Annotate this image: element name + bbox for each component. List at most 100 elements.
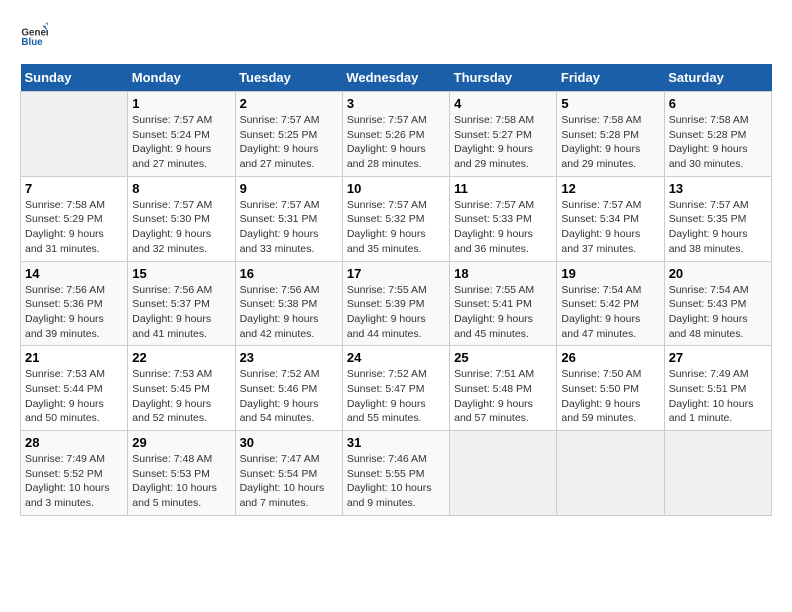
calendar-cell <box>21 92 128 177</box>
day-info: Sunrise: 7:53 AM Sunset: 5:45 PM Dayligh… <box>132 367 230 426</box>
header-wednesday: Wednesday <box>342 64 449 92</box>
day-info: Sunrise: 7:57 AM Sunset: 5:35 PM Dayligh… <box>669 198 767 257</box>
calendar-cell: 29 Sunrise: 7:48 AM Sunset: 5:53 PM Dayl… <box>128 431 235 516</box>
calendar-cell: 9 Sunrise: 7:57 AM Sunset: 5:31 PM Dayli… <box>235 176 342 261</box>
day-info: Sunrise: 7:49 AM Sunset: 5:51 PM Dayligh… <box>669 367 767 426</box>
day-number: 3 <box>347 96 445 111</box>
day-info: Sunrise: 7:50 AM Sunset: 5:50 PM Dayligh… <box>561 367 659 426</box>
day-info: Sunrise: 7:55 AM Sunset: 5:41 PM Dayligh… <box>454 283 552 342</box>
day-number: 22 <box>132 350 230 365</box>
header-sunday: Sunday <box>21 64 128 92</box>
day-info: Sunrise: 7:56 AM Sunset: 5:37 PM Dayligh… <box>132 283 230 342</box>
day-number: 25 <box>454 350 552 365</box>
day-number: 1 <box>132 96 230 111</box>
day-number: 5 <box>561 96 659 111</box>
day-number: 31 <box>347 435 445 450</box>
day-number: 2 <box>240 96 338 111</box>
day-number: 30 <box>240 435 338 450</box>
day-number: 28 <box>25 435 123 450</box>
calendar-cell <box>557 431 664 516</box>
svg-text:Blue: Blue <box>21 37 43 48</box>
day-number: 13 <box>669 181 767 196</box>
calendar-cell: 3 Sunrise: 7:57 AM Sunset: 5:26 PM Dayli… <box>342 92 449 177</box>
calendar-cell: 26 Sunrise: 7:50 AM Sunset: 5:50 PM Dayl… <box>557 346 664 431</box>
day-number: 20 <box>669 266 767 281</box>
day-number: 21 <box>25 350 123 365</box>
calendar-cell: 21 Sunrise: 7:53 AM Sunset: 5:44 PM Dayl… <box>21 346 128 431</box>
day-number: 18 <box>454 266 552 281</box>
week-row-0: 1 Sunrise: 7:57 AM Sunset: 5:24 PM Dayli… <box>21 92 772 177</box>
header-saturday: Saturday <box>664 64 771 92</box>
calendar-cell: 12 Sunrise: 7:57 AM Sunset: 5:34 PM Dayl… <box>557 176 664 261</box>
calendar-cell: 6 Sunrise: 7:58 AM Sunset: 5:28 PM Dayli… <box>664 92 771 177</box>
day-number: 4 <box>454 96 552 111</box>
day-number: 11 <box>454 181 552 196</box>
calendar-cell: 30 Sunrise: 7:47 AM Sunset: 5:54 PM Dayl… <box>235 431 342 516</box>
day-info: Sunrise: 7:57 AM Sunset: 5:34 PM Dayligh… <box>561 198 659 257</box>
day-info: Sunrise: 7:58 AM Sunset: 5:27 PM Dayligh… <box>454 113 552 172</box>
calendar-cell: 5 Sunrise: 7:58 AM Sunset: 5:28 PM Dayli… <box>557 92 664 177</box>
day-info: Sunrise: 7:51 AM Sunset: 5:48 PM Dayligh… <box>454 367 552 426</box>
day-info: Sunrise: 7:58 AM Sunset: 5:28 PM Dayligh… <box>669 113 767 172</box>
calendar-cell: 2 Sunrise: 7:57 AM Sunset: 5:25 PM Dayli… <box>235 92 342 177</box>
day-info: Sunrise: 7:57 AM Sunset: 5:26 PM Dayligh… <box>347 113 445 172</box>
day-info: Sunrise: 7:54 AM Sunset: 5:42 PM Dayligh… <box>561 283 659 342</box>
calendar-cell: 17 Sunrise: 7:55 AM Sunset: 5:39 PM Dayl… <box>342 261 449 346</box>
day-info: Sunrise: 7:49 AM Sunset: 5:52 PM Dayligh… <box>25 452 123 511</box>
day-number: 19 <box>561 266 659 281</box>
calendar-cell: 16 Sunrise: 7:56 AM Sunset: 5:38 PM Dayl… <box>235 261 342 346</box>
day-info: Sunrise: 7:56 AM Sunset: 5:38 PM Dayligh… <box>240 283 338 342</box>
day-info: Sunrise: 7:57 AM Sunset: 5:31 PM Dayligh… <box>240 198 338 257</box>
logo-icon: General Blue <box>20 20 48 48</box>
calendar-cell <box>664 431 771 516</box>
calendar-header-row: SundayMondayTuesdayWednesdayThursdayFrid… <box>21 64 772 92</box>
calendar-cell <box>450 431 557 516</box>
day-number: 17 <box>347 266 445 281</box>
calendar-cell: 19 Sunrise: 7:54 AM Sunset: 5:42 PM Dayl… <box>557 261 664 346</box>
calendar-cell: 4 Sunrise: 7:58 AM Sunset: 5:27 PM Dayli… <box>450 92 557 177</box>
calendar-cell: 31 Sunrise: 7:46 AM Sunset: 5:55 PM Dayl… <box>342 431 449 516</box>
week-row-1: 7 Sunrise: 7:58 AM Sunset: 5:29 PM Dayli… <box>21 176 772 261</box>
calendar-cell: 7 Sunrise: 7:58 AM Sunset: 5:29 PM Dayli… <box>21 176 128 261</box>
day-info: Sunrise: 7:58 AM Sunset: 5:28 PM Dayligh… <box>561 113 659 172</box>
week-row-4: 28 Sunrise: 7:49 AM Sunset: 5:52 PM Dayl… <box>21 431 772 516</box>
day-info: Sunrise: 7:58 AM Sunset: 5:29 PM Dayligh… <box>25 198 123 257</box>
calendar-cell: 15 Sunrise: 7:56 AM Sunset: 5:37 PM Dayl… <box>128 261 235 346</box>
calendar-cell: 25 Sunrise: 7:51 AM Sunset: 5:48 PM Dayl… <box>450 346 557 431</box>
day-info: Sunrise: 7:57 AM Sunset: 5:30 PM Dayligh… <box>132 198 230 257</box>
day-number: 15 <box>132 266 230 281</box>
day-info: Sunrise: 7:47 AM Sunset: 5:54 PM Dayligh… <box>240 452 338 511</box>
calendar-cell: 1 Sunrise: 7:57 AM Sunset: 5:24 PM Dayli… <box>128 92 235 177</box>
day-info: Sunrise: 7:53 AM Sunset: 5:44 PM Dayligh… <box>25 367 123 426</box>
day-number: 24 <box>347 350 445 365</box>
week-row-2: 14 Sunrise: 7:56 AM Sunset: 5:36 PM Dayl… <box>21 261 772 346</box>
day-number: 16 <box>240 266 338 281</box>
header-tuesday: Tuesday <box>235 64 342 92</box>
day-number: 8 <box>132 181 230 196</box>
calendar-cell: 20 Sunrise: 7:54 AM Sunset: 5:43 PM Dayl… <box>664 261 771 346</box>
day-number: 7 <box>25 181 123 196</box>
day-number: 23 <box>240 350 338 365</box>
day-number: 14 <box>25 266 123 281</box>
day-number: 29 <box>132 435 230 450</box>
day-info: Sunrise: 7:52 AM Sunset: 5:47 PM Dayligh… <box>347 367 445 426</box>
header-monday: Monday <box>128 64 235 92</box>
day-info: Sunrise: 7:46 AM Sunset: 5:55 PM Dayligh… <box>347 452 445 511</box>
calendar-cell: 13 Sunrise: 7:57 AM Sunset: 5:35 PM Dayl… <box>664 176 771 261</box>
day-info: Sunrise: 7:54 AM Sunset: 5:43 PM Dayligh… <box>669 283 767 342</box>
day-number: 6 <box>669 96 767 111</box>
day-number: 26 <box>561 350 659 365</box>
calendar-cell: 18 Sunrise: 7:55 AM Sunset: 5:41 PM Dayl… <box>450 261 557 346</box>
calendar-cell: 24 Sunrise: 7:52 AM Sunset: 5:47 PM Dayl… <box>342 346 449 431</box>
day-info: Sunrise: 7:55 AM Sunset: 5:39 PM Dayligh… <box>347 283 445 342</box>
header-friday: Friday <box>557 64 664 92</box>
calendar-cell: 14 Sunrise: 7:56 AM Sunset: 5:36 PM Dayl… <box>21 261 128 346</box>
calendar-cell: 27 Sunrise: 7:49 AM Sunset: 5:51 PM Dayl… <box>664 346 771 431</box>
day-number: 27 <box>669 350 767 365</box>
header-thursday: Thursday <box>450 64 557 92</box>
day-info: Sunrise: 7:57 AM Sunset: 5:25 PM Dayligh… <box>240 113 338 172</box>
day-number: 10 <box>347 181 445 196</box>
calendar-cell: 22 Sunrise: 7:53 AM Sunset: 5:45 PM Dayl… <box>128 346 235 431</box>
calendar-cell: 23 Sunrise: 7:52 AM Sunset: 5:46 PM Dayl… <box>235 346 342 431</box>
day-info: Sunrise: 7:56 AM Sunset: 5:36 PM Dayligh… <box>25 283 123 342</box>
